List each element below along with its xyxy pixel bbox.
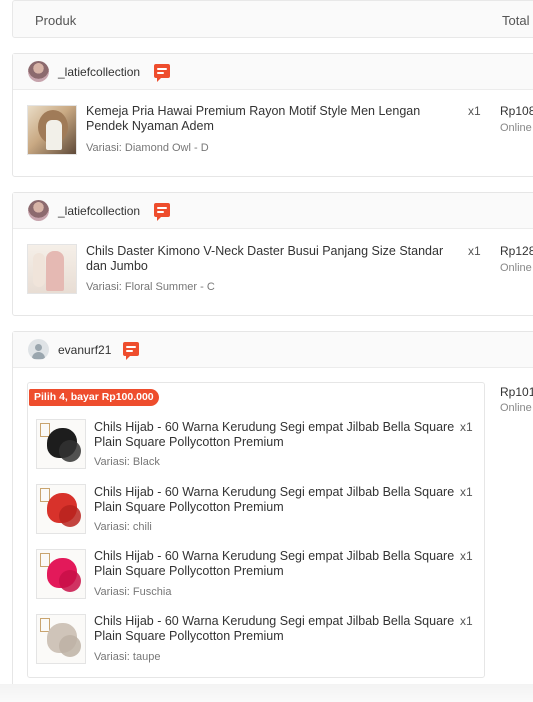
shop-header: evanurf21 bbox=[13, 332, 533, 368]
avatar[interactable] bbox=[28, 339, 49, 360]
product-title[interactable]: Chils Hijab - 60 Warna Kerudung Segi emp… bbox=[94, 485, 459, 515]
list-item: Chils Daster Kimono V-Neck Daster Busui … bbox=[13, 229, 533, 313]
product-title[interactable]: Chils Hijab - 60 Warna Kerudung Segi emp… bbox=[94, 614, 459, 644]
product-variant: Variasi: Diamond Owl - D bbox=[86, 142, 209, 154]
product-thumbnail[interactable] bbox=[36, 614, 86, 664]
product-variant: Variasi: Fuschia bbox=[94, 586, 172, 598]
shop-card: evanurf21 Rp101 Online Pilih 4, bayar Rp… bbox=[12, 331, 533, 691]
item-price: Rp128 bbox=[500, 244, 533, 258]
product-thumbnail[interactable] bbox=[36, 549, 86, 599]
quantity: x1 bbox=[468, 104, 481, 118]
product-thumbnail[interactable] bbox=[27, 244, 77, 294]
shop-header: _latiefcollection bbox=[13, 193, 533, 229]
chat-icon[interactable] bbox=[154, 64, 170, 82]
column-header-total: Total bbox=[502, 13, 530, 28]
bottom-divider bbox=[0, 684, 533, 702]
bundle-deal-box: Pilih 4, bayar Rp100.000 Chils Hijab - 6… bbox=[27, 382, 485, 678]
bundle-price: Rp101 bbox=[500, 385, 533, 399]
avatar[interactable] bbox=[28, 200, 49, 221]
quantity: x1 bbox=[460, 614, 473, 628]
chat-icon[interactable] bbox=[154, 203, 170, 221]
quantity: x1 bbox=[460, 485, 473, 499]
shop-header: _latiefcollection bbox=[13, 54, 533, 90]
quantity: x1 bbox=[468, 244, 481, 258]
product-thumbnail[interactable] bbox=[36, 419, 86, 469]
product-variant: Variasi: Floral Summer - C bbox=[86, 281, 215, 293]
avatar[interactable] bbox=[28, 61, 49, 82]
product-thumbnail[interactable] bbox=[36, 484, 86, 534]
product-title[interactable]: Chils Hijab - 60 Warna Kerudung Segi emp… bbox=[94, 420, 459, 450]
product-title[interactable]: Kemeja Pria Hawai Premium Rayon Motif St… bbox=[86, 104, 461, 134]
item-price: Rp108 bbox=[500, 104, 533, 118]
product-variant: Variasi: taupe bbox=[94, 651, 161, 663]
shop-name[interactable]: _latiefcollection bbox=[58, 65, 140, 79]
payment-method: Online bbox=[500, 262, 532, 274]
payment-method: Online bbox=[500, 402, 532, 414]
product-variant: Variasi: chili bbox=[94, 521, 152, 533]
product-thumbnail[interactable] bbox=[27, 105, 77, 155]
product-title[interactable]: Chils Hijab - 60 Warna Kerudung Segi emp… bbox=[94, 549, 459, 579]
shop-card: _latiefcollection Chils Daster Kimono V-… bbox=[12, 192, 533, 316]
payment-method: Online bbox=[500, 122, 532, 134]
shop-name[interactable]: evanurf21 bbox=[58, 343, 111, 357]
quantity: x1 bbox=[460, 420, 473, 434]
shop-card: _latiefcollection Kemeja Pria Hawai Prem… bbox=[12, 53, 533, 177]
table-header: Produk Total bbox=[12, 0, 533, 38]
column-header-produk: Produk bbox=[35, 13, 77, 28]
quantity: x1 bbox=[460, 549, 473, 563]
bundle-badge[interactable]: Pilih 4, bayar Rp100.000 bbox=[29, 389, 159, 406]
chat-icon[interactable] bbox=[123, 342, 139, 360]
product-variant: Variasi: Black bbox=[94, 456, 160, 468]
order-page: Produk Total _latiefcollection Kemeja Pr… bbox=[0, 0, 533, 702]
product-title[interactable]: Chils Daster Kimono V-Neck Daster Busui … bbox=[86, 244, 461, 274]
shop-name[interactable]: _latiefcollection bbox=[58, 204, 140, 218]
list-item: Kemeja Pria Hawai Premium Rayon Motif St… bbox=[13, 90, 533, 174]
